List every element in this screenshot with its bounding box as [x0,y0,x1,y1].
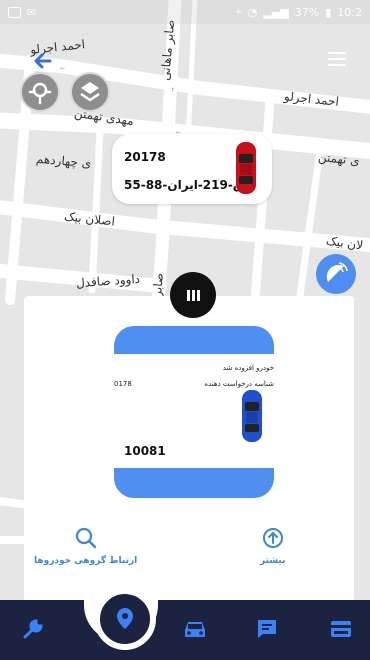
nav-vehicles[interactable] [182,616,208,642]
search-icon [75,527,96,549]
blue-car-icon [242,390,262,442]
back-arrow-icon [34,53,52,69]
red-car-icon [236,142,256,194]
pause-icon [186,289,190,301]
nav-settings[interactable] [20,616,46,642]
vehicle-detail-panel: خودرو افزوده شد شناسه درخواست دهنده 0178… [24,296,354,600]
vehicle-info-card[interactable]: خودرو افزوده شد شناسه درخواست دهنده 0178… [114,326,274,498]
more-button[interactable]: بیشتر [260,526,285,566]
requester-id: 0178 [114,380,132,388]
nav-messages[interactable] [254,616,280,642]
vehicle-marker-card[interactable]: 20178 55-ق-219-ایران-88 [112,134,272,204]
satellite-dish-icon [326,262,348,282]
status-bar: ✉ ⌖ ◔ ▂▄▆ 37% ▮ 10:2 [0,0,370,24]
wrench-icon [23,619,43,639]
map-pin-icon [117,608,133,629]
nav-map[interactable] [94,588,156,650]
menu-icon [328,52,346,54]
message-icon [258,620,276,638]
vehicle-plate: 55-ق-219-ایران-88 [124,178,244,192]
pause-button[interactable] [170,272,216,318]
wifi-icon: ◔ [247,5,258,19]
requester-label: شناسه درخواست دهنده [204,380,274,388]
location-pin-icon [28,82,52,105]
menu-button[interactable] [328,52,346,66]
signal-icon: ▂▄▆ [263,5,289,19]
app-notification-icon [8,6,21,18]
car-icon [185,622,205,637]
location-icon: ⌖ [235,5,242,18]
group-connect-label: ارتباط گروهی خودروها [34,556,138,566]
app-screen: ← ← ↑ احمد اجرلو صابر ماهانی احمد اجرلو … [0,0,370,660]
vehicle-number: 10081 [124,444,166,458]
nav-payment[interactable] [328,616,354,642]
clock: 10:2 [337,5,362,19]
my-location-button[interactable] [20,72,60,112]
group-connect-button[interactable]: ارتباط گروهی خودروها [34,526,137,566]
satellite-button[interactable] [316,254,356,294]
svg-text:←: ← [60,65,65,72]
arrow-up-circle-icon [262,528,283,548]
battery-percent: 37% [294,5,320,19]
more-label: بیشتر [260,556,286,566]
map-type-button[interactable] [70,72,110,112]
map-layers-icon [80,82,100,102]
vehicle-id: 20178 [124,150,166,164]
credit-card-icon [331,621,351,637]
bottom-navigation [0,600,370,660]
mail-icon: ✉ [27,5,37,19]
back-button[interactable] [32,50,54,72]
battery-icon: ▮ [325,5,332,19]
event-message: خودرو افزوده شد [222,364,274,372]
svg-text:↑: ↑ [170,87,175,94]
street-label: صابر [150,272,167,298]
